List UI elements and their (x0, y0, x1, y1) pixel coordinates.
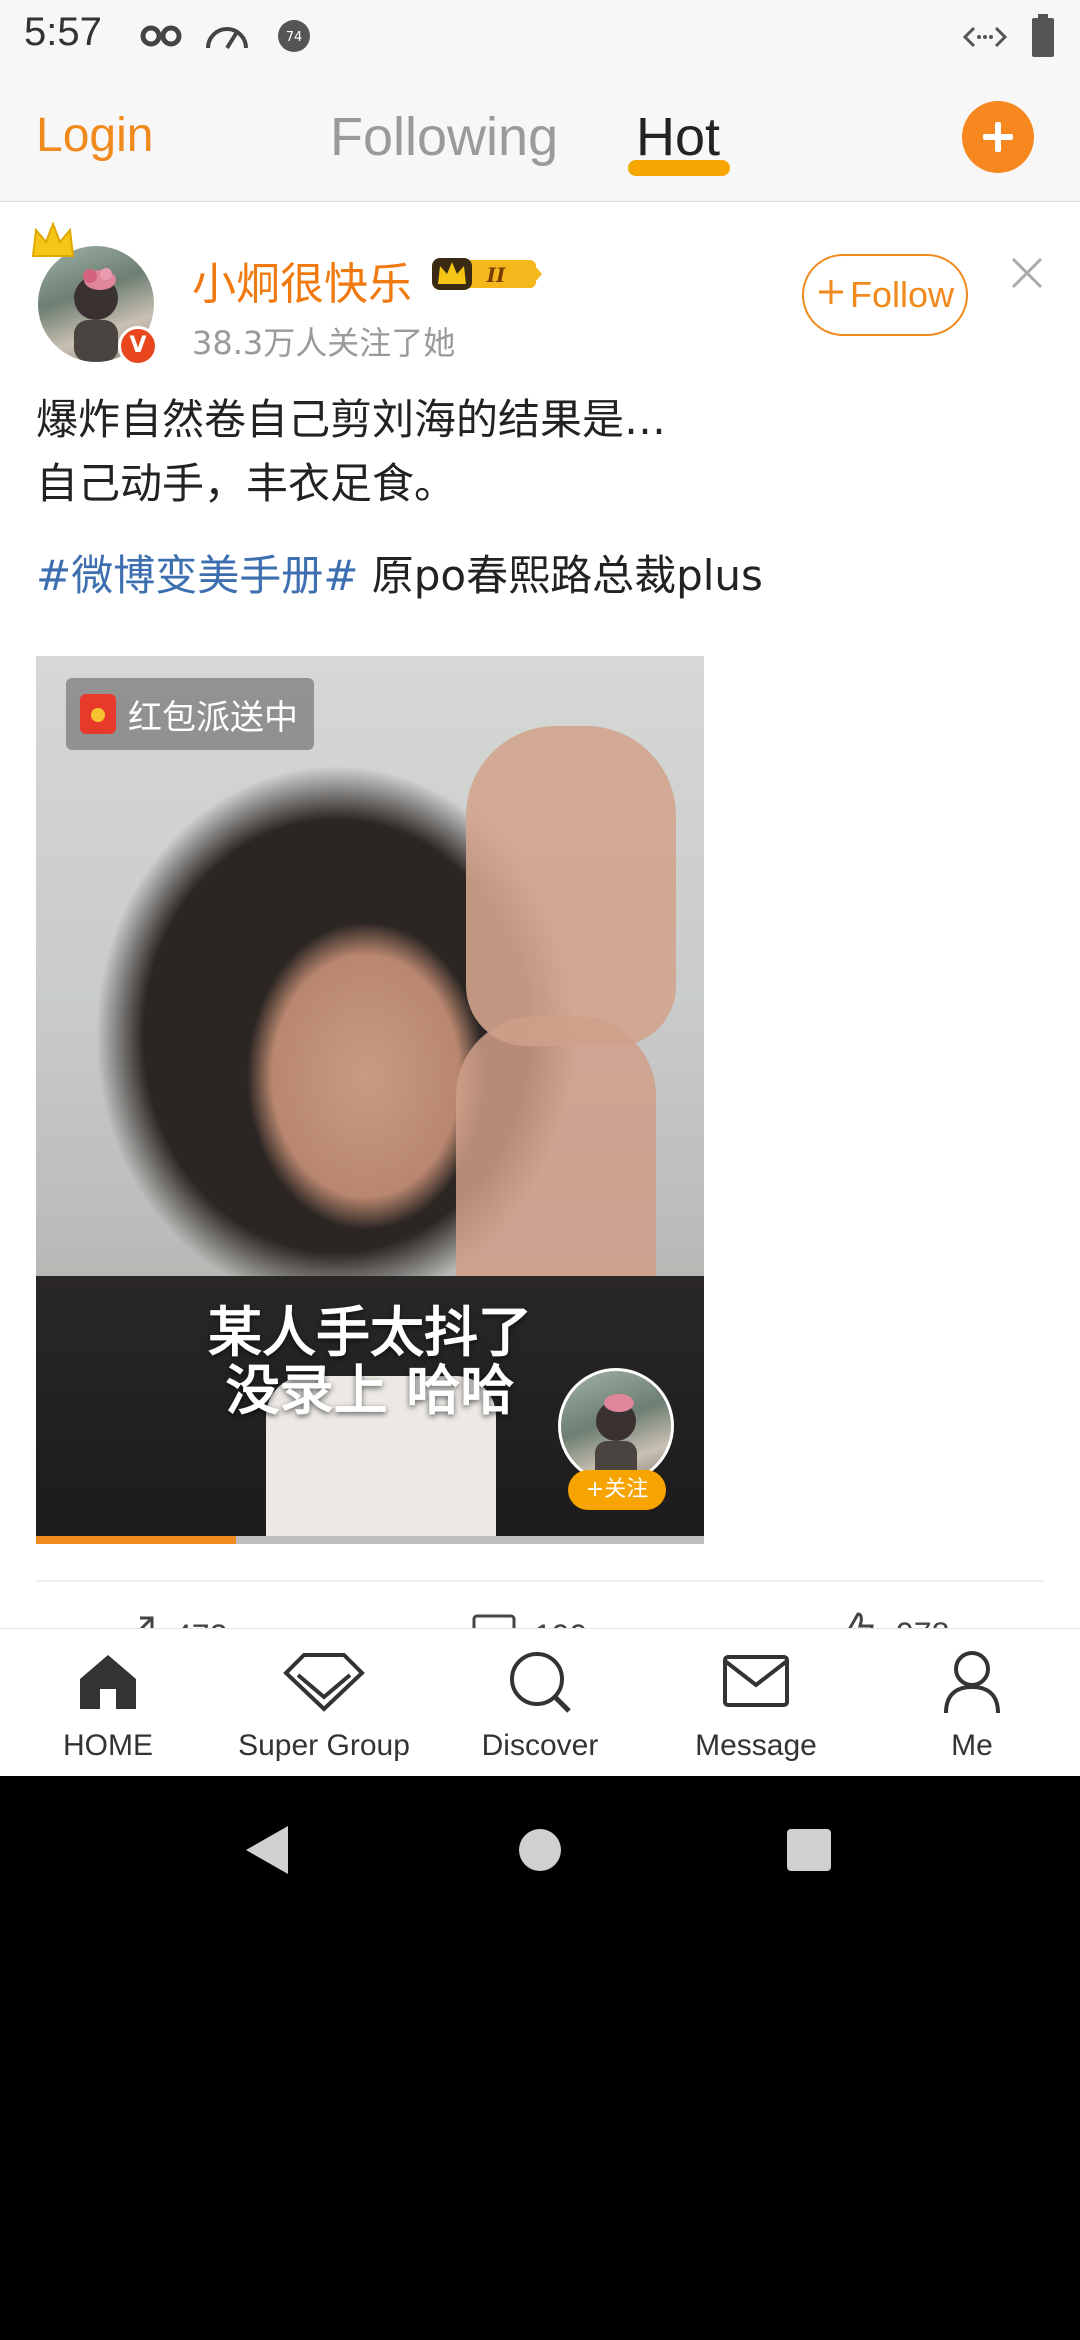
post-body: 爆炸自然卷自己剪刘海的结果是… 自己动手，丰衣足食。 #微博变美手册# 原po春… (36, 388, 1046, 608)
android-nav-bar (0, 1776, 1080, 1924)
tab-label: Super Group (238, 1729, 410, 1762)
tab-me[interactable]: Me (864, 1629, 1080, 1776)
tab-home[interactable]: HOME (0, 1629, 216, 1776)
back-icon[interactable] (244, 1824, 290, 1880)
repost-action[interactable]: 472 (112, 1614, 227, 1628)
status-bar: 5:57 74 (0, 0, 1080, 72)
follower-count: 38.3万人关注了她 (192, 324, 456, 362)
post-action-row: 472 199 978 (0, 1604, 1080, 1628)
tab-hot[interactable]: Hot (636, 106, 720, 168)
comment-icon (472, 1614, 516, 1628)
diamond-icon (282, 1649, 366, 1717)
tab-message[interactable]: Message (648, 1629, 864, 1776)
post-video[interactable]: 红包派送中 某人手太抖了 没录上 哈哈 +关注 (36, 656, 704, 1544)
person-icon (942, 1649, 1002, 1719)
video-progress-fill (36, 1536, 237, 1544)
repost-icon (112, 1614, 156, 1628)
data-transfer-icon (962, 22, 1008, 56)
plus-icon (816, 274, 846, 316)
comment-action[interactable]: 199 (472, 1614, 587, 1628)
follow-button-label: Follow (849, 274, 955, 315)
incognito-icon (140, 20, 182, 56)
video-frame-hand (466, 726, 676, 1046)
svg-text:74: 74 (286, 30, 303, 45)
login-link[interactable]: Login (36, 108, 153, 163)
tab-label: Me (951, 1729, 993, 1762)
top-nav: Login Following Hot (0, 72, 1080, 202)
tab-super-group[interactable]: Super Group (216, 1629, 432, 1776)
home-circle-icon[interactable] (518, 1828, 562, 1876)
post-text-tail: 原po春熙路总裁plus (358, 551, 763, 600)
comment-count: 199 (534, 1618, 587, 1629)
envelope-icon (721, 1649, 791, 1717)
crown-icon (30, 221, 76, 264)
home-icon (76, 1649, 140, 1717)
close-icon[interactable] (1010, 256, 1044, 294)
weibo-screen: 5:57 74 Login Following Hot V 小炯很快乐 II 3… (0, 0, 1080, 1776)
tab-label: HOME (63, 1729, 153, 1762)
compose-plus-button[interactable] (962, 101, 1034, 173)
bottom-tab-bar: HOME Super Group Discover Message Me (0, 1628, 1080, 1776)
battery-icon (1030, 14, 1056, 62)
post-divider (36, 1580, 1044, 1582)
red-packet-icon (80, 694, 116, 734)
author-name[interactable]: 小炯很快乐 (192, 248, 412, 312)
repost-count: 472 (174, 1618, 227, 1629)
caption-line: 某人手太抖了 (208, 1301, 532, 1364)
video-follow-button[interactable]: +关注 (568, 1470, 666, 1510)
tab-label: Discover (481, 1729, 599, 1762)
status-time: 5:57 (24, 10, 102, 54)
like-action[interactable]: 978 (838, 1612, 949, 1628)
tab-discover[interactable]: Discover (432, 1629, 648, 1776)
hashtag-link[interactable]: #微博变美手册# (36, 551, 358, 600)
video-author-avatar[interactable] (558, 1368, 674, 1484)
member-level-badge-icon: II (430, 252, 546, 300)
red-packet-tag[interactable]: 红包派送中 (66, 678, 314, 750)
recents-icon[interactable] (786, 1828, 832, 1876)
post-text-line: 爆炸自然卷自己剪刘海的结果是… (36, 395, 667, 444)
svg-text:II: II (486, 263, 506, 287)
tab-following[interactable]: Following (330, 106, 558, 168)
search-icon (507, 1649, 573, 1719)
red-packet-label: 红包派送中 (128, 697, 298, 738)
tab-label: Message (695, 1729, 817, 1762)
thumbs-up-icon (838, 1612, 878, 1628)
like-count: 978 (896, 1616, 949, 1629)
verified-badge: V (118, 326, 158, 366)
post-topic-line: #微博变美手册# 原po春熙路总裁plus (36, 544, 1046, 608)
notification-count-icon: 74 (276, 18, 312, 58)
follow-button[interactable]: Follow (802, 254, 968, 336)
speedometer-icon (204, 18, 250, 56)
post-text-line: 自己动手，丰衣足食。 (36, 459, 457, 508)
